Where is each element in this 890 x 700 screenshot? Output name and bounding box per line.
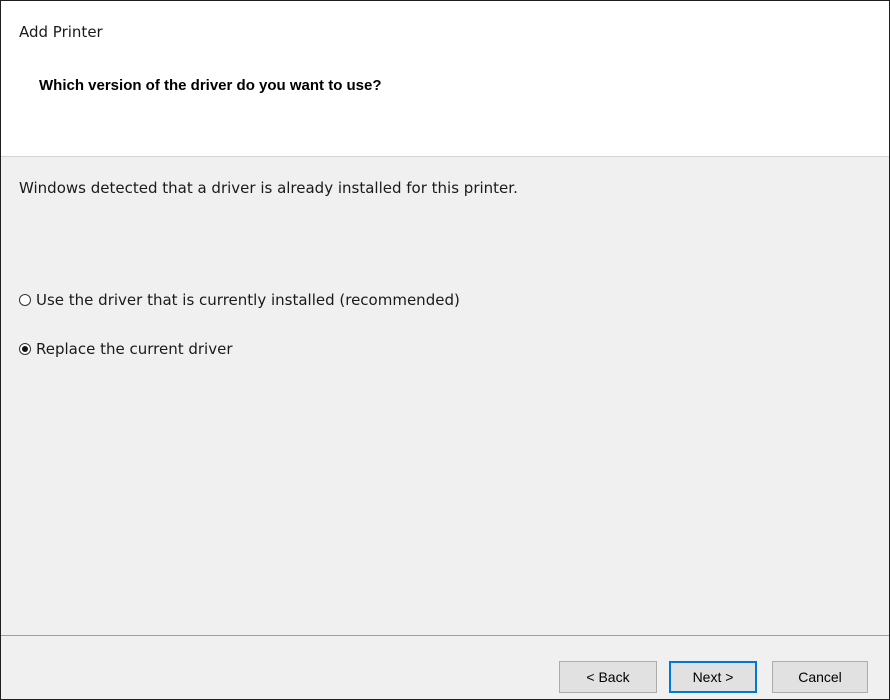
window-title: Add Printer (19, 23, 103, 41)
driver-detected-text: Windows detected that a driver is alread… (19, 179, 518, 197)
back-button[interactable]: < Back (559, 661, 657, 693)
dialog-header: Add Printer Which version of the driver … (1, 1, 889, 157)
use-current-driver-option[interactable]: Use the driver that is currently install… (19, 291, 460, 309)
replace-driver-label: Replace the current driver (36, 340, 233, 358)
next-button[interactable]: Next > (669, 661, 757, 693)
cancel-button[interactable]: Cancel (772, 661, 868, 693)
dialog-footer: < Back Next > Cancel (1, 635, 889, 699)
use-current-driver-label: Use the driver that is currently install… (36, 291, 460, 309)
dialog-content: Windows detected that a driver is alread… (1, 157, 889, 635)
add-printer-dialog: Add Printer Which version of the driver … (0, 0, 890, 700)
replace-driver-radio[interactable] (19, 343, 31, 355)
page-question: Which version of the driver do you want … (39, 77, 382, 94)
replace-driver-option[interactable]: Replace the current driver (19, 340, 233, 358)
use-current-driver-radio[interactable] (19, 294, 31, 306)
